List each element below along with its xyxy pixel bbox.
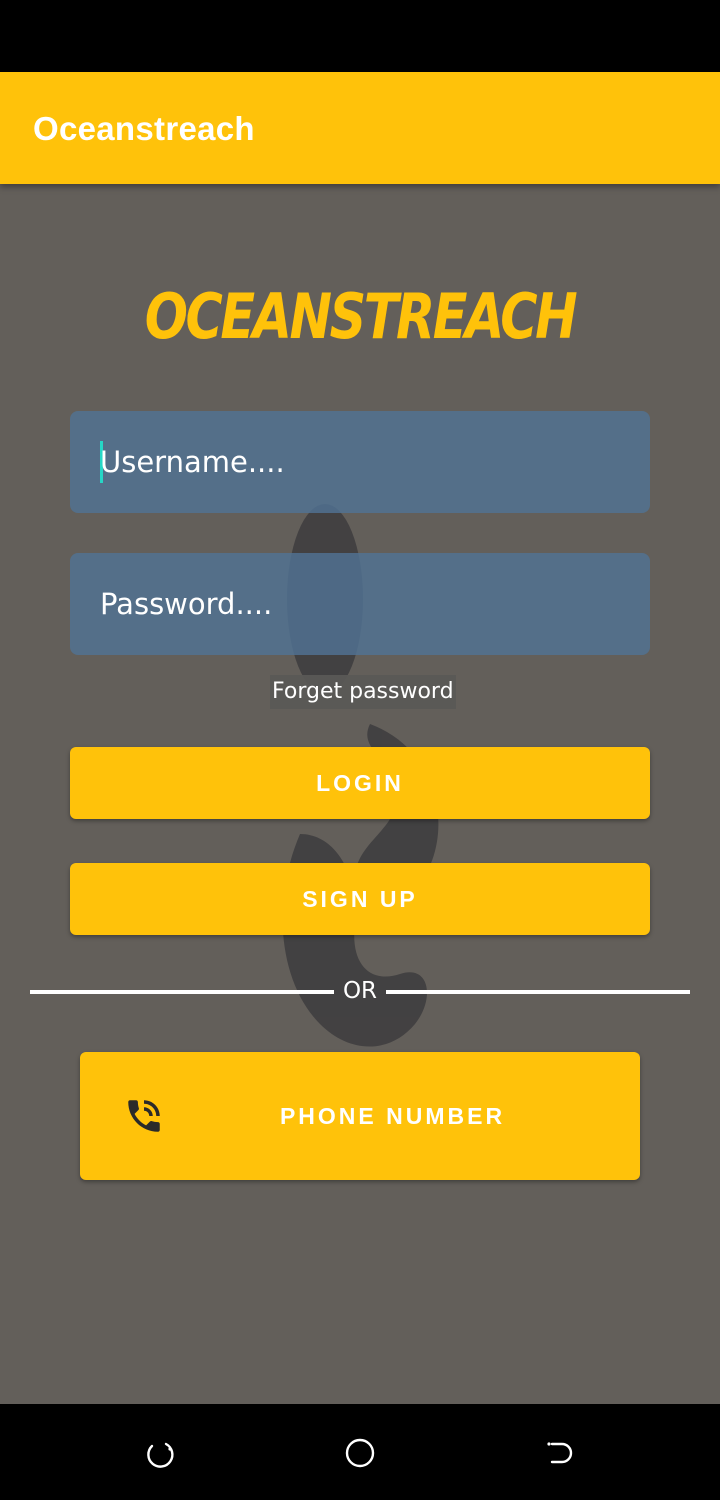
password-field[interactable]: Password....	[70, 553, 650, 655]
system-nav-bar	[0, 1404, 720, 1500]
signup-button[interactable]: SIGN UP	[70, 863, 650, 935]
divider-right	[386, 990, 690, 994]
username-placeholder: Username....	[100, 445, 285, 479]
app-logo-text: OCEANSTREACH	[144, 280, 578, 353]
or-divider-label: OR	[342, 978, 378, 1004]
home-icon[interactable]	[344, 1437, 376, 1469]
phone-number-button[interactable]: PHONE NUMBER	[80, 1052, 640, 1180]
login-button[interactable]: LOGIN	[70, 747, 650, 819]
status-bar	[0, 0, 720, 72]
phone-call-icon	[128, 1100, 160, 1132]
login-screen: OCEANSTREACH Username.... Password.... F…	[0, 184, 720, 1404]
phone-number-label: PHONE NUMBER	[279, 1103, 506, 1129]
password-placeholder: Password....	[100, 587, 273, 621]
username-field[interactable]: Username....	[70, 411, 650, 513]
app-bar-title: Oceanstreach	[33, 110, 255, 147]
divider-left	[30, 990, 334, 994]
forget-password-link[interactable]: Forget password	[270, 675, 456, 709]
app-bar: Oceanstreach	[0, 72, 720, 184]
recents-icon[interactable]	[144, 1437, 176, 1469]
back-icon[interactable]	[544, 1437, 576, 1469]
